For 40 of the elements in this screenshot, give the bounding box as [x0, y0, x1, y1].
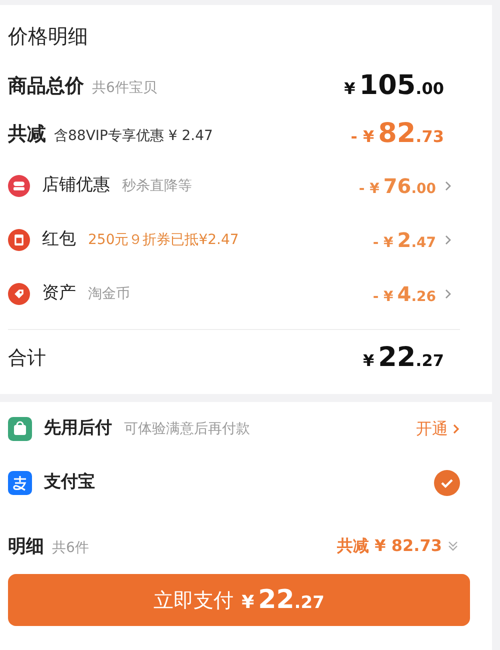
- footer-discount: 共减 ¥ 82.73: [337, 535, 442, 557]
- row-label: 店铺优惠: [42, 174, 110, 198]
- row-label: 商品总价: [8, 74, 84, 99]
- total-amount: ¥22.27: [362, 340, 444, 375]
- row-note: 淘金币: [88, 284, 130, 304]
- discount-amount: - ¥82.73: [350, 116, 444, 151]
- chevron-right-icon: [444, 288, 452, 300]
- alipay-icon: [8, 471, 32, 495]
- payment-option[interactable]: 支付宝: [8, 456, 484, 510]
- envelope-icon: [8, 229, 30, 251]
- section-title: 价格明细: [8, 23, 89, 50]
- row-label: 红包: [42, 228, 76, 252]
- row-label: 资产: [42, 282, 76, 306]
- check-icon[interactable]: [434, 470, 460, 496]
- row-label: 合计: [8, 346, 46, 371]
- row-note: 秒杀直降等: [122, 176, 192, 196]
- footer-label: 明细: [8, 534, 44, 558]
- payment-note: 可体验满意后再付款: [124, 420, 250, 438]
- row-label: 共减: [8, 122, 46, 147]
- store-icon: [8, 175, 30, 197]
- payment-option[interactable]: 先用后付 可体验满意后再付款 开通: [8, 402, 484, 456]
- bag-icon: [8, 417, 32, 441]
- chevron-right-icon: [444, 180, 452, 192]
- discount-amount: - ¥ 2.47: [372, 227, 436, 254]
- discount-row[interactable]: 红包 250元９折券已抵¥2.47 - ¥ 2.47: [8, 213, 484, 267]
- discount-amount: - ¥ 4.26: [372, 281, 436, 308]
- row-note: 250元９折券已抵¥2.47: [88, 230, 239, 250]
- discount-amount: - ¥ 76.00: [358, 173, 436, 200]
- chevron-right-icon: [444, 234, 452, 246]
- chevron-down-icon[interactable]: [446, 539, 460, 553]
- row-note: 含88VIP专享优惠 ¥ 2.47: [54, 126, 213, 146]
- footer-note: 共6件: [52, 538, 89, 558]
- price-amount: ¥105.00: [344, 68, 444, 103]
- discount-row[interactable]: 店铺优惠 秒杀直降等 - ¥ 76.00: [8, 159, 484, 213]
- payment-name: 先用后付: [44, 417, 112, 440]
- discount-row[interactable]: 资产 淘金币 - ¥ 4.26: [8, 267, 484, 321]
- payment-name: 支付宝: [44, 471, 95, 494]
- row-note: 共6件宝贝: [92, 78, 157, 98]
- chevron-right-icon: [452, 423, 460, 435]
- tag-icon: [8, 283, 30, 305]
